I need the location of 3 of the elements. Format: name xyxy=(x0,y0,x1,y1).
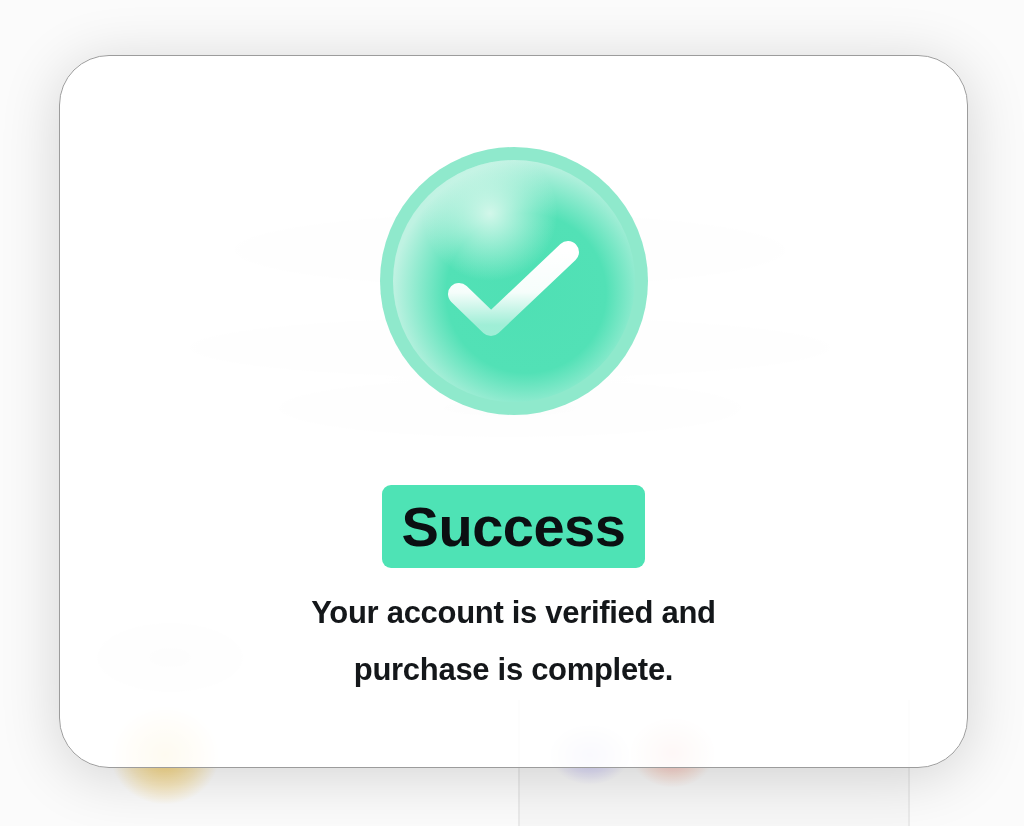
message-text: Your account is verified and purchase is complete. xyxy=(310,594,717,689)
check-circle-icon xyxy=(379,147,648,415)
success-badge: Success xyxy=(381,485,646,568)
